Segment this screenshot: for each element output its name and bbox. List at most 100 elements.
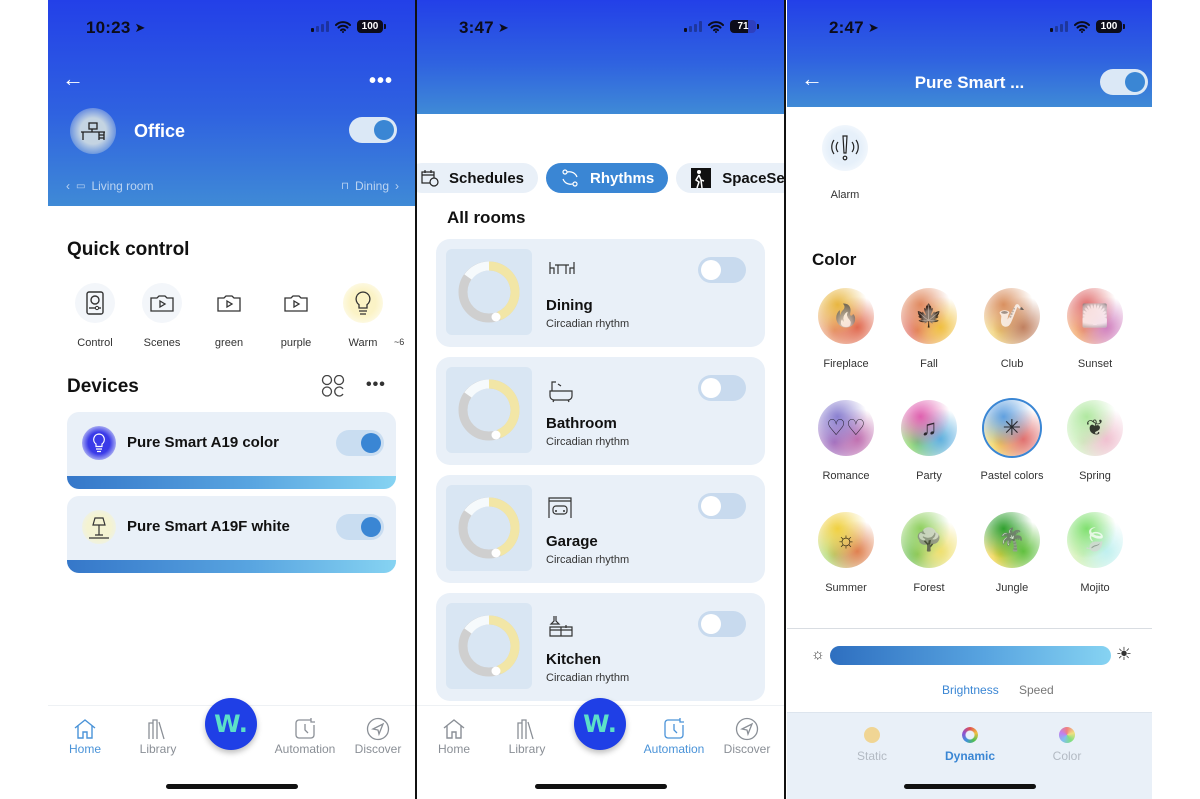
slider-tab-brightness[interactable]: Brightness <box>942 683 999 697</box>
wiz-home-button[interactable]: W. <box>574 698 626 750</box>
rhythm-room-card[interactable]: Garage Circadian rhythm <box>436 475 765 583</box>
schedule-icon <box>421 170 439 187</box>
room-subtitle: Circadian rhythm <box>546 672 630 684</box>
room-rhythm-toggle[interactable] <box>698 375 746 401</box>
devices-more-icon[interactable]: ••• <box>366 376 386 394</box>
room-name: Kitchen <box>546 651 602 668</box>
scene-summer[interactable]: ☼ Summer <box>806 512 886 594</box>
scene-fall[interactable]: 🍁 Fall <box>889 288 969 370</box>
lamp-icon <box>82 510 116 544</box>
home-icon <box>417 716 491 742</box>
quick-control-item-scenes[interactable]: Scenes <box>133 283 191 349</box>
rhythm-room-card[interactable]: Bathroom Circadian rhythm <box>436 357 765 465</box>
scene-party[interactable]: ♫ Party <box>889 400 969 482</box>
grid-view-icon[interactable] <box>321 374 345 402</box>
wiz-home-button[interactable]: W. <box>205 698 257 750</box>
garage-car-icon <box>548 497 572 524</box>
panel-divider <box>784 0 786 799</box>
bottom-tab-bar: Home Library W. Automation Discover <box>417 698 784 799</box>
jungle-icon: 🌴 <box>984 512 1040 568</box>
chip-rhythms[interactable]: Rhythms <box>546 163 669 193</box>
more-options-icon[interactable]: ••• <box>369 70 393 93</box>
rhythm-room-card[interactable]: Kitchen Circadian rhythm <box>436 593 765 701</box>
brightness-slider[interactable] <box>830 646 1111 665</box>
prev-room-link[interactable]: ‹ ▭ Living room <box>66 179 153 193</box>
home-indicator <box>534 784 667 789</box>
battery-indicator: 100 <box>1096 20 1125 33</box>
room-name: Dining <box>546 297 593 314</box>
scene-spring[interactable]: ❦ Spring <box>1055 400 1135 482</box>
room-subtitle: Circadian rhythm <box>546 436 630 448</box>
quick-control-item-partial[interactable]: ~6 <box>394 283 415 347</box>
tab-library[interactable]: Library <box>490 716 564 756</box>
club-icon: 🎷 <box>984 288 1040 344</box>
location-arrow-icon: ➤ <box>867 20 879 35</box>
device-card[interactable]: Pure Smart A19F white <box>67 496 396 573</box>
tab-automation[interactable]: Automation <box>268 716 342 756</box>
room-rhythm-toggle[interactable] <box>698 257 746 283</box>
sunset-icon: 🌅 <box>1067 288 1123 344</box>
scene-jungle[interactable]: 🌴 Jungle <box>972 512 1052 594</box>
quick-control-item-green[interactable]: green <box>200 283 258 349</box>
rhythm-room-card[interactable]: Dining Circadian rhythm <box>436 239 765 347</box>
quick-control-item-warm[interactable]: Warm <box>334 283 392 349</box>
quick-control-item-control[interactable]: Control <box>66 283 124 349</box>
scene-pastel-colors[interactable]: ✳ Pastel colors <box>972 400 1052 482</box>
quick-control-label: Control <box>77 337 113 349</box>
tab-discover[interactable]: Discover <box>341 716 415 756</box>
quick-control-item-purple[interactable]: purple <box>267 283 325 349</box>
devices-title: Devices <box>67 376 139 397</box>
tab-automation[interactable]: Automation <box>637 716 711 756</box>
tab-discover[interactable]: Discover <box>710 716 784 756</box>
device-power-toggle[interactable] <box>1100 69 1148 95</box>
alarm-scene[interactable]: Alarm <box>815 125 875 201</box>
scene-romance[interactable]: ♡♡ Romance <box>806 400 886 482</box>
device-card[interactable]: Pure Smart A19 color <box>67 412 396 489</box>
scene-play-icon <box>276 283 316 323</box>
mode-color[interactable]: Color <box>1032 727 1102 763</box>
pastel-colors-icon: ✳ <box>984 400 1040 456</box>
back-arrow-icon[interactable]: ← <box>62 68 84 90</box>
scene-sunset[interactable]: 🌅 Sunset <box>1055 288 1135 370</box>
tab-home[interactable]: Home <box>417 716 491 756</box>
wifi-icon <box>335 20 351 33</box>
device-brightness-bar[interactable] <box>67 476 396 489</box>
chip-spacesense[interactable]: SpaceSen <box>676 163 784 193</box>
status-bar: 3:47 ➤ 71 <box>417 14 784 44</box>
alarm-label: Alarm <box>830 189 860 201</box>
slider-tab-speed[interactable]: Speed <box>1019 683 1054 697</box>
room-power-toggle[interactable] <box>349 117 397 143</box>
scene-forest[interactable]: 🌳 Forest <box>889 512 969 594</box>
scene-club[interactable]: 🎷 Club <box>972 288 1052 370</box>
romance-icon: ♡♡ <box>818 400 874 456</box>
room-subtitle: Circadian rhythm <box>546 554 630 566</box>
device-brightness-bar[interactable] <box>67 560 396 573</box>
device-power-toggle[interactable] <box>336 430 384 456</box>
mode-selector-panel: Static Dynamic Color <box>787 712 1152 799</box>
device-name: Pure Smart A19 color <box>127 434 279 451</box>
room-rhythm-toggle[interactable] <box>698 611 746 637</box>
mode-label: Color <box>1052 749 1082 763</box>
mode-dynamic[interactable]: Dynamic <box>935 727 1005 763</box>
room-rhythm-toggle[interactable] <box>698 493 746 519</box>
scene-fireplace[interactable]: 🔥 Fireplace <box>806 288 886 370</box>
summer-icon: ☼ <box>818 512 874 568</box>
quick-control-label: Scenes <box>143 337 181 349</box>
automation-clock-icon <box>637 716 711 742</box>
scene-label: Spring <box>1079 470 1111 482</box>
chip-label: SpaceSen <box>722 169 784 187</box>
next-room-link[interactable]: ⊓ Dining › <box>341 179 399 193</box>
device-power-toggle[interactable] <box>336 514 384 540</box>
alarm-icon <box>822 125 868 171</box>
scene-label: Jungle <box>995 582 1029 594</box>
home-indicator <box>903 784 1036 789</box>
static-dot-icon <box>864 727 880 743</box>
dynamic-ring-icon <box>962 727 978 743</box>
location-arrow-icon: ➤ <box>497 20 509 35</box>
scene-mojito[interactable]: 🍃 Mojito <box>1055 512 1135 594</box>
tab-home[interactable]: Home <box>48 716 122 756</box>
home-icon <box>48 716 122 742</box>
tab-library[interactable]: Library <box>121 716 195 756</box>
chip-schedules[interactable]: Schedules <box>417 163 539 193</box>
mode-static[interactable]: Static <box>837 727 907 763</box>
